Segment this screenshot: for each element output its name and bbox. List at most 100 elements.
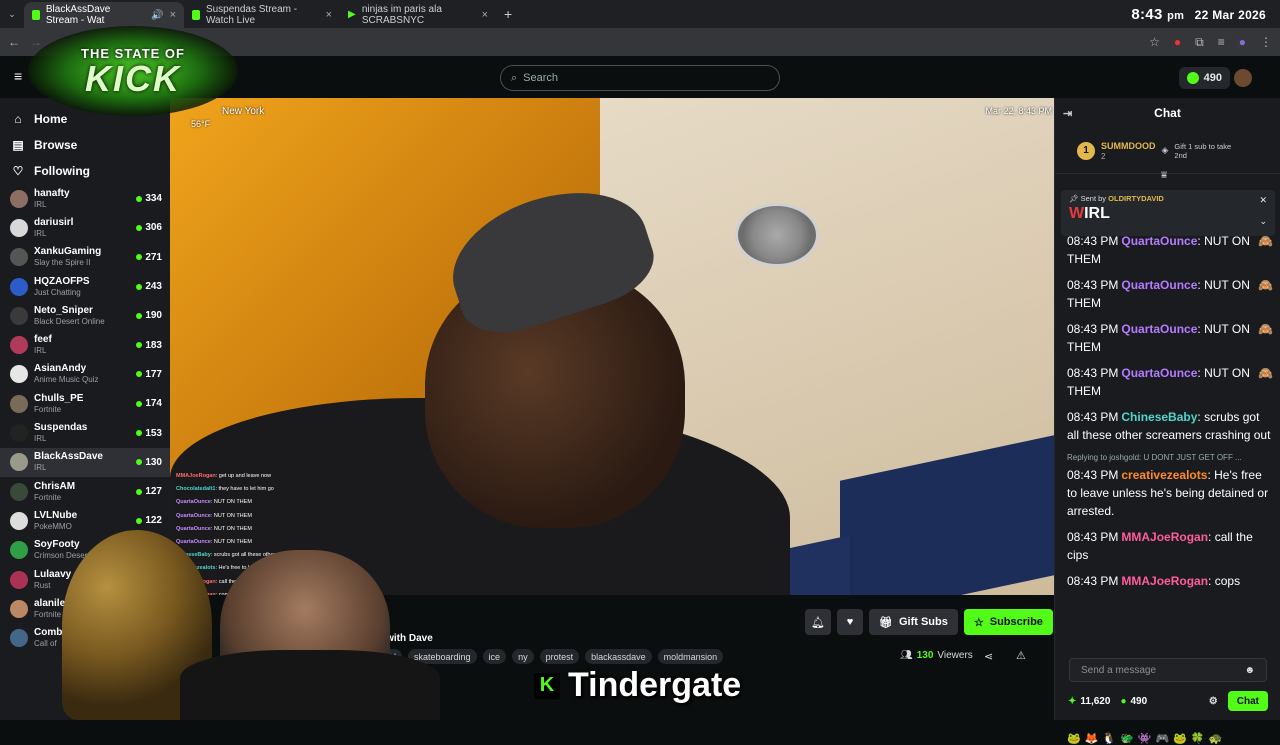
sidebar-channel-asianandy[interactable]: AsianAndy Anime Music Quiz 177 xyxy=(0,360,170,389)
chat-message[interactable]: 08:43 PM QuartaOunce: NUT ON THEM 🙈 xyxy=(1067,320,1273,356)
audio-icon[interactable]: 🔊 xyxy=(151,10,163,21)
tag-ice[interactable]: ice xyxy=(482,649,507,664)
chat-username[interactable]: QuartaOunce xyxy=(1121,366,1197,380)
sidebar-channel-dariusirl[interactable]: dariusirl IRL 306 xyxy=(0,213,170,242)
chat-message[interactable]: 08:43 PM MMAJoeRogan: cops xyxy=(1067,572,1273,590)
profile-icon[interactable]: ● xyxy=(1239,35,1246,49)
browser-menu-icon[interactable]: ⋮ xyxy=(1260,35,1272,49)
sidebar-channel-suspendas[interactable]: Suspendas IRL 153 xyxy=(0,418,170,447)
settings-gear-icon[interactable]: ⚙ xyxy=(1209,696,1218,707)
tag-irl[interactable]: irl xyxy=(383,649,402,664)
report-icon[interactable]: ⚠ xyxy=(1016,649,1026,662)
sidebar-channel-alanilebab[interactable]: alanilebab Fortnite xyxy=(0,594,170,623)
overlay-chat-user: ChineseBaby xyxy=(176,552,211,559)
chat-message[interactable]: 08:43 PM QuartaOunce: NUT ON THEM 🙈 xyxy=(1067,364,1273,400)
subscribe-button[interactable]: ☆ Subscribe xyxy=(963,609,1053,635)
kick-favicon-icon xyxy=(32,10,40,20)
pinned-message[interactable]: 📌︎ Sent by OLDIRTYDAVID WIRL ✕ ⌄ xyxy=(1061,190,1275,236)
leaderboard-user[interactable]: SUMMDOOD 2 xyxy=(1101,141,1156,161)
chevron-down-icon[interactable]: ⌄ xyxy=(1259,216,1267,227)
channel-info: alanilebab Fortnite xyxy=(34,598,83,620)
channel-category: IRL xyxy=(34,199,47,209)
chat-message[interactable]: Replying to joshgold: U DONT JUST GET OF… xyxy=(1067,452,1273,520)
back-icon[interactable]: ← xyxy=(8,35,20,49)
pin-icon: 📌︎ xyxy=(1069,194,1079,203)
chat-username[interactable]: QuartaOunce xyxy=(1121,322,1197,336)
search-input[interactable]: ⌕ Search xyxy=(500,65,780,91)
gift-subs-button[interactable]: 🎁︎ Gift Subs xyxy=(869,609,958,635)
send-chat-button[interactable]: Chat xyxy=(1227,691,1268,711)
emote-bar[interactable]: 🐸🦊🐧🐲👾🎮🐸🍀🐢 xyxy=(1067,732,1226,745)
nav-following[interactable]: ♡ Following xyxy=(0,158,170,184)
chat-username[interactable]: ChineseBaby xyxy=(1121,410,1197,424)
filter-icon[interactable]: ⩸ xyxy=(1161,170,1167,181)
nav-browse-label: Browse xyxy=(34,138,78,152)
chat-message[interactable]: 08:43 PM QuartaOunce: NUT ON THEM 🙈 xyxy=(1067,232,1273,268)
sidebar-channel-hanafty[interactable]: hanafty IRL 334 xyxy=(0,184,170,213)
sidebar-channel-blackassdave[interactable]: BlackAssDave IRL 130 xyxy=(0,447,170,477)
tab-list-menu-icon[interactable]: ⌄ xyxy=(0,9,24,20)
sidebar-channel-lulaavy[interactable]: Lulaavy Rust xyxy=(0,565,170,594)
chat-coins[interactable]: 490 xyxy=(1130,696,1147,707)
sidebar-channel-chrisam[interactable]: ChrisAM Fortnite 127 xyxy=(0,477,170,506)
chat-username[interactable]: MMAJoeRogan xyxy=(1121,574,1208,588)
channel-avatar xyxy=(10,365,28,384)
viewer-count: 👥︎ 130 Viewers xyxy=(900,650,973,661)
tag-moldmansion[interactable]: moldmansion xyxy=(657,649,724,664)
bookmark-star-icon[interactable]: ☆ xyxy=(1149,35,1160,49)
heart-icon: ♥ xyxy=(846,616,854,628)
sidebar: ⌂ Home ▤ Browse ♡ Following hanafty IRL 334 da… xyxy=(0,98,170,720)
sidebar-channel-comb[interactable]: Comb Call of xyxy=(0,623,170,652)
chat-message[interactable]: 08:43 PM ChineseBaby: scrubs got all thes… xyxy=(1067,408,1273,444)
chat-timestamp: 08:43 PM xyxy=(1067,530,1119,544)
chat-message[interactable]: 08:43 PM MMAJoeRogan: call the cips xyxy=(1067,528,1273,564)
close-tab-icon[interactable]: × xyxy=(326,9,332,21)
tab-blackassdave[interactable]: BlackAssDave Stream - Wat 🔊 × xyxy=(24,2,184,28)
chat-username[interactable]: MMAJoeRogan xyxy=(1121,530,1208,544)
follow-heart-button[interactable]: ♥ xyxy=(837,609,863,635)
sidebar-channel-soyfooty[interactable]: SoyFooty Crimson Desert xyxy=(0,536,170,565)
nav-browse[interactable]: ▤ Browse xyxy=(0,132,170,158)
hamburger-menu-icon[interactable]: ≡ xyxy=(14,68,22,84)
send-placeholder: Send a message xyxy=(1081,664,1157,676)
sidebar-channel-chulls_pe[interactable]: Chulls_PE Fortnite 174 xyxy=(0,389,170,418)
notification-bell-button[interactable]: 🔔︎ xyxy=(805,609,831,635)
viewers-label: Viewers xyxy=(937,650,973,661)
new-tab-icon[interactable]: + xyxy=(504,6,512,22)
close-tab-icon[interactable]: × xyxy=(482,9,488,21)
tab-suspendas[interactable]: Suspendas Stream - Watch Live × xyxy=(184,2,340,28)
chat-username[interactable]: creativezealots xyxy=(1121,468,1207,482)
media-controls-icon[interactable]: ≡ xyxy=(1218,35,1225,49)
forward-icon[interactable]: → xyxy=(30,35,42,49)
chat-message[interactable]: 08:43 PM QuartaOunce: NUT ON THEM 🙈 xyxy=(1067,276,1273,312)
tag-skateboarding[interactable]: skateboarding xyxy=(408,649,477,664)
tab-ninjas[interactable]: ▶ ninjas im paris ala SCRABSNYC × xyxy=(340,2,496,28)
kicks-balance-button[interactable]: 490 xyxy=(1178,67,1230,89)
close-tab-icon[interactable]: × xyxy=(170,9,176,21)
chat-message-input[interactable]: Send a message ☻ xyxy=(1069,658,1267,682)
overlay-chat-text: NUT ON THEM xyxy=(213,499,252,506)
tag-blackassdave[interactable]: blackassdave xyxy=(585,649,652,664)
gift-leaderboard: 1 SUMMDOOD 2 ◈ Gift 1 sub to take 2nd xyxy=(1055,128,1280,174)
collapse-chat-icon[interactable]: ⇥ xyxy=(1063,107,1072,120)
tag-ny[interactable]: ny xyxy=(512,649,534,664)
sidebar-channel-lvlnube[interactable]: LVLNube PokeMMO 122 xyxy=(0,506,170,535)
puzzle-extensions-icon[interactable]: ⧉ xyxy=(1195,35,1204,50)
tag-protest[interactable]: protest xyxy=(539,649,580,664)
share-icon[interactable]: ⋖ xyxy=(984,650,993,663)
sidebar-channel-feef[interactable]: feef IRL 183 xyxy=(0,330,170,359)
extension-icon[interactable]: ● xyxy=(1174,35,1181,49)
chat-username[interactable]: QuartaOunce xyxy=(1121,234,1197,248)
unpin-icon[interactable]: ✕ xyxy=(1259,195,1267,206)
emoji-icon[interactable]: ☻ xyxy=(1244,665,1255,676)
sidebar-channel-neto_sniper[interactable]: Neto_Sniper Black Desert Online 190 xyxy=(0,301,170,330)
user-avatar[interactable] xyxy=(1234,69,1252,87)
channel-category: PokeMMO xyxy=(34,521,72,531)
overlay-chat-text: NUT ON THEM xyxy=(213,539,252,546)
sidebar-channel-hqzaofps[interactable]: HQZAOFPS Just Chatting 243 xyxy=(0,272,170,301)
channel-points[interactable]: 11,620 xyxy=(1080,696,1110,707)
sidebar-channel-xankugaming[interactable]: XankuGaming Slay the Spire II 271 xyxy=(0,243,170,272)
channel-info: XankuGaming Slay the Spire II xyxy=(34,246,101,268)
chat-username[interactable]: QuartaOunce xyxy=(1121,278,1197,292)
tab-title: BlackAssDave Stream - Wat xyxy=(45,4,111,26)
